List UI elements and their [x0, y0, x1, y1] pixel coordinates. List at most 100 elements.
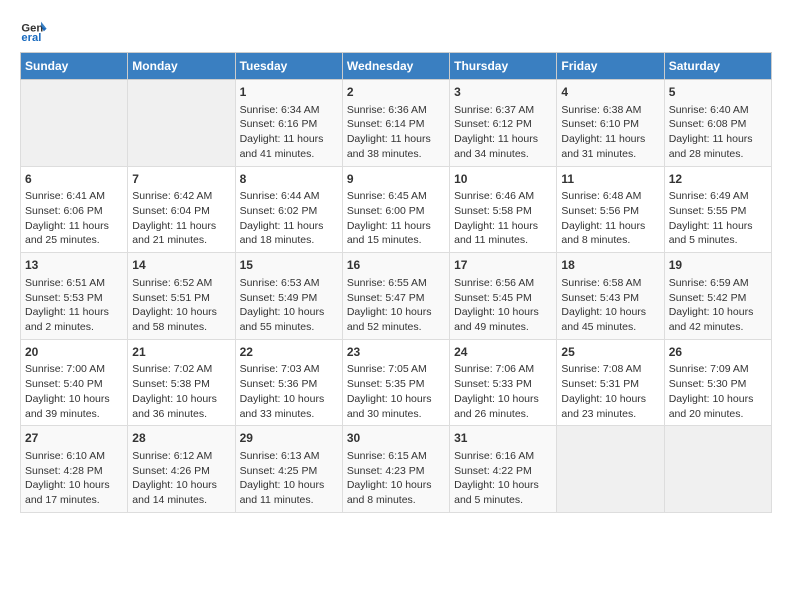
day-number: 25 [561, 344, 659, 361]
day-number: 6 [25, 171, 123, 188]
page-header: Gen eral [20, 16, 772, 44]
day-info: Sunrise: 6:48 AM Sunset: 5:56 PM Dayligh… [561, 189, 659, 248]
day-info: Sunrise: 6:10 AM Sunset: 4:28 PM Dayligh… [25, 449, 123, 508]
day-number: 31 [454, 430, 552, 447]
calendar-cell: 21Sunrise: 7:02 AM Sunset: 5:38 PM Dayli… [128, 339, 235, 426]
day-info: Sunrise: 6:16 AM Sunset: 4:22 PM Dayligh… [454, 449, 552, 508]
calendar-cell: 4Sunrise: 6:38 AM Sunset: 6:10 PM Daylig… [557, 80, 664, 167]
day-number: 28 [132, 430, 230, 447]
day-info: Sunrise: 6:36 AM Sunset: 6:14 PM Dayligh… [347, 103, 445, 162]
calendar-cell: 17Sunrise: 6:56 AM Sunset: 5:45 PM Dayli… [450, 253, 557, 340]
calendar-cell: 10Sunrise: 6:46 AM Sunset: 5:58 PM Dayli… [450, 166, 557, 253]
calendar-cell: 15 Sunrise: 6:53 AM Sunset: 5:49 PM Dayli… [235, 253, 342, 340]
calendar-cell: 3 Sunrise: 6:37 AM Sunset: 6:12 PM Daylig… [450, 80, 557, 167]
day-info: Sunrise: 6:49 AM Sunset: 5:55 PM Dayligh… [669, 189, 767, 248]
day-info: Sunrise: 6:58 AM Sunset: 5:43 PM Dayligh… [561, 276, 659, 335]
day-info: Sunrise: 6:59 AM Sunset: 5:42 PM Dayligh… [669, 276, 767, 335]
calendar-cell: 22Sunrise: 7:03 AM Sunset: 5:36 PM Dayli… [235, 339, 342, 426]
calendar-week-row: 13 Sunrise: 6:51 AM Sunset: 5:53 PM Dayli… [21, 253, 772, 340]
day-info: Sunrise: 7:06 AM Sunset: 5:33 PM Dayligh… [454, 362, 552, 421]
calendar-cell: 16 Sunrise: 6:55 AM Sunset: 5:47 PM Dayli… [342, 253, 449, 340]
calendar-week-row: 1 Sunrise: 6:34 AM Sunset: 6:16 PM Daylig… [21, 80, 772, 167]
calendar-cell [557, 426, 664, 513]
calendar-cell [21, 80, 128, 167]
day-number: 29 [240, 430, 338, 447]
calendar-cell: 24Sunrise: 7:06 AM Sunset: 5:33 PM Dayli… [450, 339, 557, 426]
day-number: 24 [454, 344, 552, 361]
day-number: 4 [561, 84, 659, 101]
calendar-cell: 30 Sunrise: 6:15 AM Sunset: 4:23 PM Dayli… [342, 426, 449, 513]
calendar-cell [128, 80, 235, 167]
calendar-cell: 13 Sunrise: 6:51 AM Sunset: 5:53 PM Dayli… [21, 253, 128, 340]
svg-text:eral: eral [21, 32, 41, 44]
day-number: 15 [240, 257, 338, 274]
calendar-cell: 26Sunrise: 7:09 AM Sunset: 5:30 PM Dayli… [664, 339, 771, 426]
day-info: Sunrise: 6:45 AM Sunset: 6:00 PM Dayligh… [347, 189, 445, 248]
calendar-week-row: 6Sunrise: 6:41 AM Sunset: 6:06 PM Daylig… [21, 166, 772, 253]
day-of-week-header: Monday [128, 53, 235, 80]
day-number: 8 [240, 171, 338, 188]
calendar-week-row: 27 Sunrise: 6:10 AM Sunset: 4:28 PM Dayli… [21, 426, 772, 513]
day-info: Sunrise: 6:52 AM Sunset: 5:51 PM Dayligh… [132, 276, 230, 335]
day-number: 13 [25, 257, 123, 274]
day-number: 1 [240, 84, 338, 101]
day-number: 12 [669, 171, 767, 188]
calendar-cell: 29 Sunrise: 6:13 AM Sunset: 4:25 PM Dayli… [235, 426, 342, 513]
day-number: 20 [25, 344, 123, 361]
day-number: 9 [347, 171, 445, 188]
day-info: Sunrise: 7:08 AM Sunset: 5:31 PM Dayligh… [561, 362, 659, 421]
day-number: 7 [132, 171, 230, 188]
day-number: 19 [669, 257, 767, 274]
day-number: 10 [454, 171, 552, 188]
calendar-cell: 20Sunrise: 7:00 AM Sunset: 5:40 PM Dayli… [21, 339, 128, 426]
day-info: Sunrise: 6:37 AM Sunset: 6:12 PM Dayligh… [454, 103, 552, 162]
day-info: Sunrise: 6:34 AM Sunset: 6:16 PM Dayligh… [240, 103, 338, 162]
calendar-cell: 18 Sunrise: 6:58 AM Sunset: 5:43 PM Dayli… [557, 253, 664, 340]
day-number: 5 [669, 84, 767, 101]
calendar-cell: 9Sunrise: 6:45 AM Sunset: 6:00 PM Daylig… [342, 166, 449, 253]
calendar-table: SundayMondayTuesdayWednesdayThursdayFrid… [20, 52, 772, 513]
day-of-week-header: Friday [557, 53, 664, 80]
day-number: 16 [347, 257, 445, 274]
day-number: 18 [561, 257, 659, 274]
calendar-cell: 25Sunrise: 7:08 AM Sunset: 5:31 PM Dayli… [557, 339, 664, 426]
calendar-cell: 28 Sunrise: 6:12 AM Sunset: 4:26 PM Dayli… [128, 426, 235, 513]
day-number: 26 [669, 344, 767, 361]
day-number: 27 [25, 430, 123, 447]
day-number: 14 [132, 257, 230, 274]
day-info: Sunrise: 7:09 AM Sunset: 5:30 PM Dayligh… [669, 362, 767, 421]
calendar-cell: 11Sunrise: 6:48 AM Sunset: 5:56 PM Dayli… [557, 166, 664, 253]
day-info: Sunrise: 6:12 AM Sunset: 4:26 PM Dayligh… [132, 449, 230, 508]
calendar-cell: 1 Sunrise: 6:34 AM Sunset: 6:16 PM Daylig… [235, 80, 342, 167]
day-info: Sunrise: 6:46 AM Sunset: 5:58 PM Dayligh… [454, 189, 552, 248]
day-number: 30 [347, 430, 445, 447]
day-of-week-header: Wednesday [342, 53, 449, 80]
day-info: Sunrise: 7:00 AM Sunset: 5:40 PM Dayligh… [25, 362, 123, 421]
day-info: Sunrise: 6:53 AM Sunset: 5:49 PM Dayligh… [240, 276, 338, 335]
day-number: 22 [240, 344, 338, 361]
day-number: 21 [132, 344, 230, 361]
day-number: 2 [347, 84, 445, 101]
logo: Gen eral [20, 16, 52, 44]
calendar-cell: 2 Sunrise: 6:36 AM Sunset: 6:14 PM Daylig… [342, 80, 449, 167]
calendar-cell: 27 Sunrise: 6:10 AM Sunset: 4:28 PM Dayli… [21, 426, 128, 513]
calendar-cell: 12Sunrise: 6:49 AM Sunset: 5:55 PM Dayli… [664, 166, 771, 253]
day-info: Sunrise: 6:15 AM Sunset: 4:23 PM Dayligh… [347, 449, 445, 508]
day-info: Sunrise: 6:13 AM Sunset: 4:25 PM Dayligh… [240, 449, 338, 508]
day-info: Sunrise: 6:51 AM Sunset: 5:53 PM Dayligh… [25, 276, 123, 335]
day-number: 11 [561, 171, 659, 188]
calendar-cell: 5Sunrise: 6:40 AM Sunset: 6:08 PM Daylig… [664, 80, 771, 167]
day-number: 17 [454, 257, 552, 274]
calendar-cell: 8Sunrise: 6:44 AM Sunset: 6:02 PM Daylig… [235, 166, 342, 253]
calendar-cell: 6Sunrise: 6:41 AM Sunset: 6:06 PM Daylig… [21, 166, 128, 253]
calendar-cell: 23Sunrise: 7:05 AM Sunset: 5:35 PM Dayli… [342, 339, 449, 426]
day-of-week-header: Tuesday [235, 53, 342, 80]
day-info: Sunrise: 6:55 AM Sunset: 5:47 PM Dayligh… [347, 276, 445, 335]
calendar-cell: 7Sunrise: 6:42 AM Sunset: 6:04 PM Daylig… [128, 166, 235, 253]
day-number: 3 [454, 84, 552, 101]
logo-icon: Gen eral [20, 16, 48, 44]
day-info: Sunrise: 7:05 AM Sunset: 5:35 PM Dayligh… [347, 362, 445, 421]
day-info: Sunrise: 7:03 AM Sunset: 5:36 PM Dayligh… [240, 362, 338, 421]
calendar-week-row: 20Sunrise: 7:00 AM Sunset: 5:40 PM Dayli… [21, 339, 772, 426]
day-info: Sunrise: 6:42 AM Sunset: 6:04 PM Dayligh… [132, 189, 230, 248]
